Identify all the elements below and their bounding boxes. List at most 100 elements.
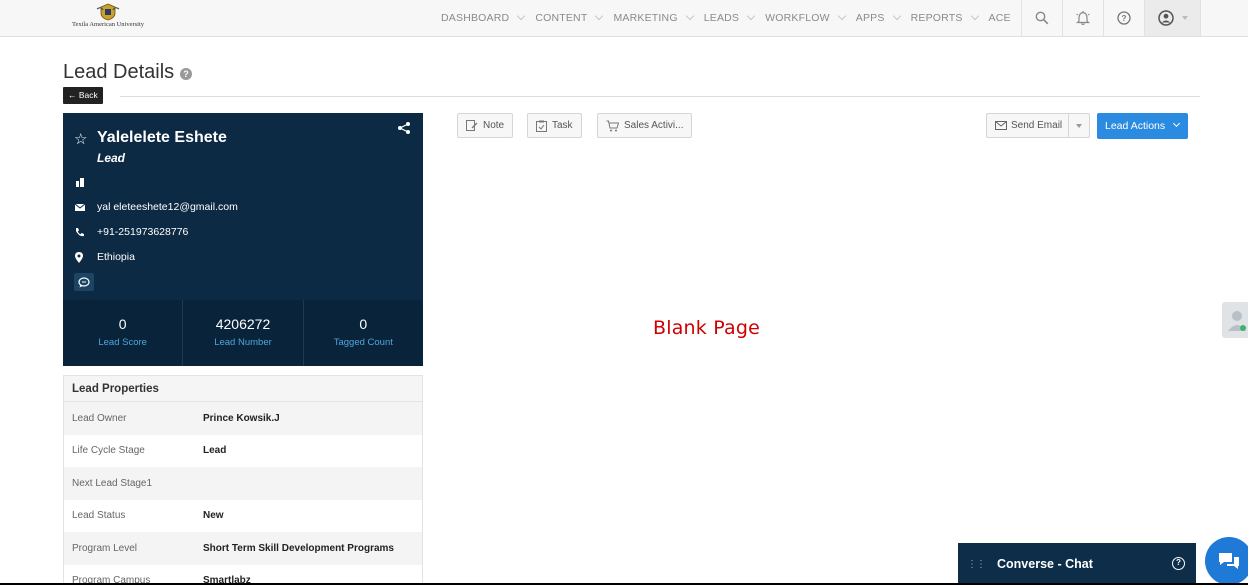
stat-value: 4206272 — [215, 316, 271, 332]
cart-icon — [606, 120, 619, 131]
stat-value: 0 — [359, 316, 368, 332]
sales-activity-label: Sales Activi... — [624, 120, 684, 131]
nav-apps[interactable]: APPS — [855, 11, 911, 24]
nav-marketing-label: MARKETING — [613, 12, 678, 24]
lead-properties-panel: Lead Properties Lead Owner Prince Kowsik.… — [63, 375, 423, 585]
nav-icon-group: ? — [1021, 0, 1201, 36]
arrow-left-icon: ← — [68, 90, 77, 100]
property-row: Next Lead Stage1 — [64, 467, 422, 500]
bell-icon — [1076, 10, 1090, 25]
property-row: Lead Status New — [64, 499, 422, 532]
svg-text:?: ? — [1122, 14, 1127, 23]
send-email-button[interactable]: Send Email — [987, 114, 1070, 137]
send-email-dropdown[interactable] — [1069, 114, 1089, 137]
chat-launcher-button[interactable] — [1205, 537, 1248, 585]
nav-reports[interactable]: REPORTS — [910, 11, 989, 24]
envelope-icon — [995, 121, 1007, 130]
chat-title: Converse - Chat — [997, 557, 1093, 571]
property-key: Next Lead Stage1 — [72, 477, 153, 489]
stat-tagged-count: 0 Tagged Count — [304, 300, 423, 366]
nav-apps-label: APPS — [855, 12, 885, 24]
property-row: Program Level Short Term Skill Developmen… — [64, 532, 422, 565]
page-title: Lead Details — [63, 61, 175, 83]
stat-label: Lead Score — [98, 337, 147, 348]
lead-stats: 0 Lead Score 4206272 Lead Number 0 Tagge… — [63, 300, 423, 366]
nav-marketing[interactable]: MARKETING — [613, 11, 703, 24]
star-icon[interactable]: ☆ — [74, 130, 87, 148]
chat-bubble-icon — [1219, 553, 1239, 569]
lead-profile-card: ☆ Yalelelete Eshete Lead yal eleteeshete… — [63, 113, 423, 366]
crest-icon — [96, 3, 120, 21]
university-logo[interactable]: Texila American University — [63, 3, 153, 33]
task-label: Task — [552, 120, 573, 131]
blank-page-text: Blank Page — [653, 317, 761, 339]
help-button[interactable]: ? — [1103, 0, 1144, 36]
nav-leads[interactable]: LEADS — [703, 11, 765, 24]
nav-ace[interactable]: ACE — [989, 12, 1023, 24]
note-button[interactable]: Note — [457, 113, 514, 138]
chevron-down-icon — [685, 11, 694, 21]
chevron-down-icon — [595, 11, 604, 21]
nav-content[interactable]: CONTENT — [535, 11, 613, 24]
user-profile-icon — [1157, 10, 1174, 26]
help-icon[interactable]: ? — [180, 68, 192, 80]
send-email-label: Send Email — [1011, 120, 1063, 131]
main-menu: DASHBOARD CONTENT MARKETING LEADS WORKFL… — [441, 0, 1023, 36]
header-divider — [120, 96, 1200, 97]
nav-leads-label: LEADS — [703, 12, 740, 24]
lead-type: Lead — [97, 151, 126, 165]
conversation-icon[interactable] — [74, 273, 94, 291]
stat-label: Tagged Count — [333, 337, 393, 348]
nav-dashboard-label: DASHBOARD — [441, 12, 510, 24]
phone-row: +91-251973628776 — [75, 226, 188, 238]
search-button[interactable] — [1021, 0, 1062, 36]
chevron-down-icon — [746, 11, 756, 21]
company-row — [75, 177, 97, 187]
note-icon — [466, 120, 478, 131]
top-navbar: Texila American University DASHBOARD CON… — [0, 0, 1248, 37]
envelope-icon — [75, 203, 97, 211]
lead-properties-title: Lead Properties — [64, 376, 422, 402]
nav-reports-label: REPORTS — [910, 12, 963, 24]
property-key: Program Level — [72, 542, 138, 554]
property-value: Prince Kowsik.J — [203, 412, 280, 424]
help-icon[interactable]: ? — [1172, 557, 1185, 570]
stat-lead-score: 0 Lead Score — [63, 300, 184, 366]
nav-dashboard[interactable]: DASHBOARD — [441, 11, 535, 24]
help-icon: ? — [1117, 11, 1131, 25]
logo-text: Texila American University — [71, 21, 145, 28]
chevron-down-icon — [1172, 119, 1181, 128]
location-row: Ethiopia — [75, 251, 135, 263]
share-icon[interactable] — [397, 121, 411, 135]
lead-phone[interactable]: +91-251973628776 — [97, 226, 188, 238]
lead-actions-button[interactable]: Lead Actions — [1097, 113, 1188, 139]
profile-menu-button[interactable] — [1144, 0, 1201, 36]
nav-workflow[interactable]: WORKFLOW — [765, 11, 856, 24]
property-row: Lead Owner Prince Kowsik.J — [64, 402, 422, 435]
drag-handle-icon[interactable]: ⋮⋮ — [967, 559, 986, 570]
chevron-down-icon — [1181, 16, 1188, 20]
user-avatar-icon — [1228, 311, 1246, 331]
lead-email[interactable]: yal eleteeshete12@gmail.com — [97, 201, 238, 213]
property-row: Program Campus Smartlabz — [64, 564, 422, 585]
side-contact-widget[interactable] — [1222, 302, 1248, 338]
clipboard-icon — [536, 120, 547, 132]
property-row: Life Cycle Stage Lead — [64, 434, 422, 467]
converse-chat-bar[interactable]: ⋮⋮ Converse - Chat ? — [958, 543, 1196, 585]
nav-ace-label: ACE — [988, 12, 1011, 24]
lead-actions-label: Lead Actions — [1105, 120, 1166, 132]
caret-down-icon — [1076, 123, 1083, 128]
chevron-down-icon — [892, 11, 901, 21]
property-value: Short Term Skill Development Programs — [203, 542, 394, 554]
back-label: Back — [78, 90, 98, 100]
phone-icon — [75, 227, 97, 237]
task-button[interactable]: Task — [527, 113, 582, 138]
property-value: Lead — [203, 445, 227, 457]
property-key: Lead Status — [72, 510, 126, 522]
nav-content-label: CONTENT — [535, 12, 588, 24]
note-label: Note — [483, 120, 505, 131]
search-icon — [1035, 11, 1049, 25]
back-button[interactable]: ← Back — [63, 87, 103, 104]
sales-activity-button[interactable]: Sales Activi... — [597, 113, 693, 138]
notifications-button[interactable] — [1062, 0, 1103, 36]
